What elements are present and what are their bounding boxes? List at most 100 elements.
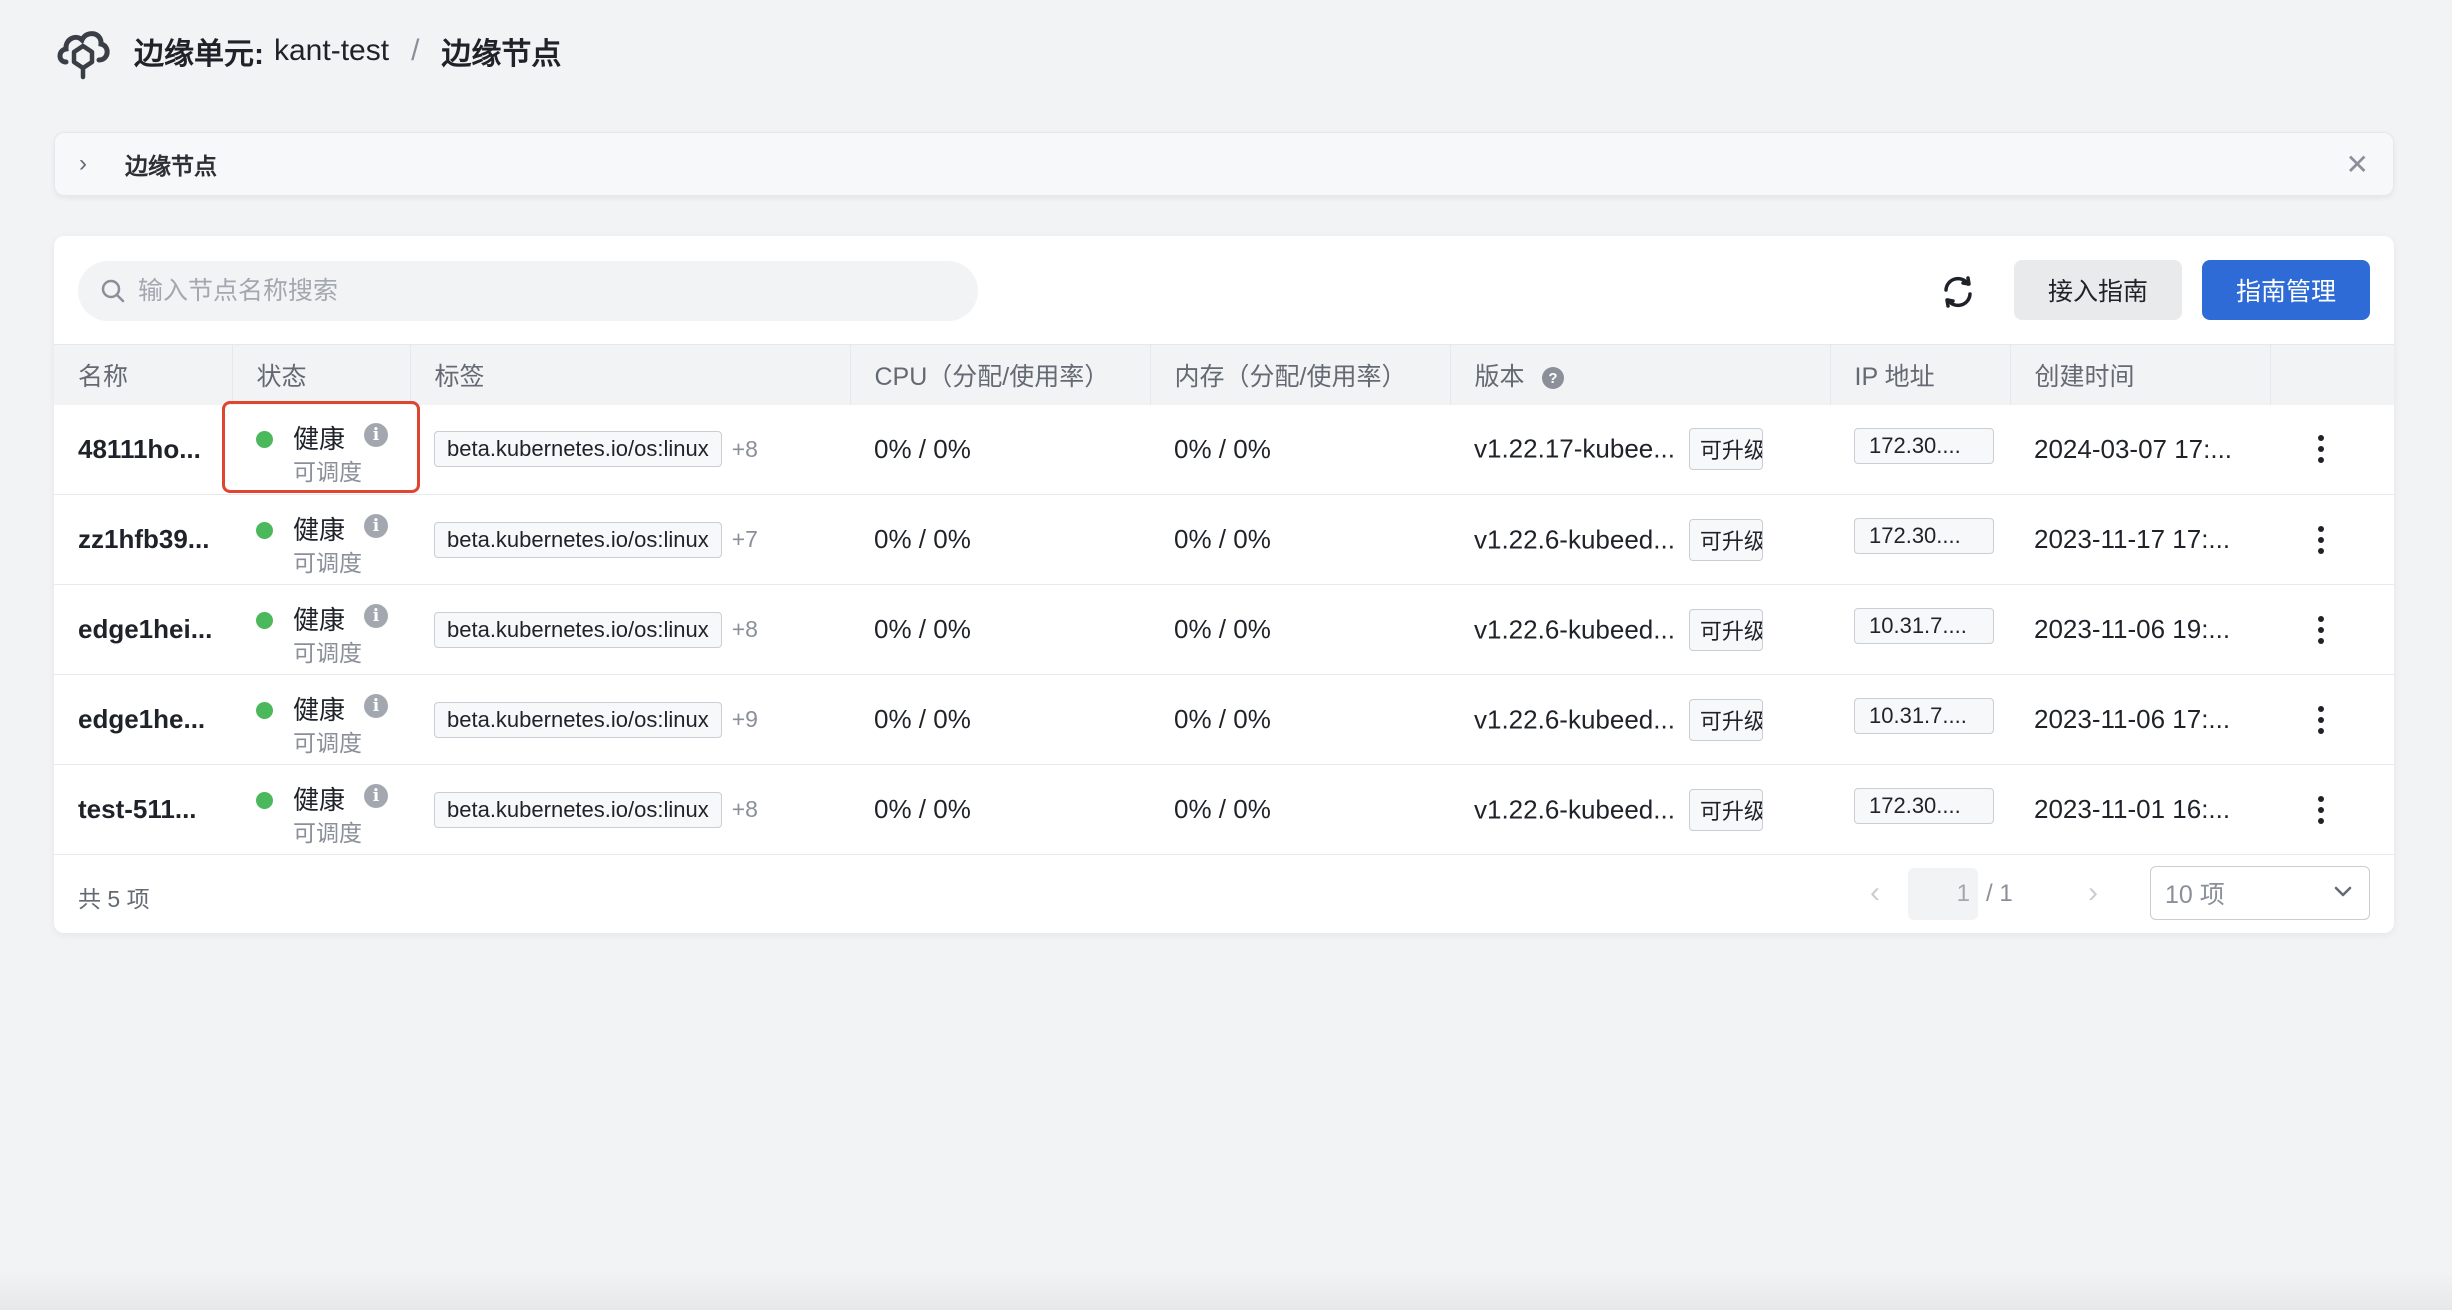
upgrade-badge[interactable]: 可升级: [1688, 788, 1763, 831]
node-name[interactable]: 48111ho...: [54, 404, 232, 495]
upgrade-badge[interactable]: 可升级: [1688, 698, 1763, 741]
page-size-select[interactable]: 10 项: [2150, 866, 2370, 920]
access-guide-button[interactable]: 接入指南: [2014, 260, 2182, 320]
ip-address: 10.31.7....: [1854, 608, 1994, 644]
schedule-status: 可调度: [293, 729, 362, 756]
version-text: v1.22.6-kubeed...: [1474, 704, 1675, 734]
guide-manage-button[interactable]: 指南管理: [2202, 260, 2370, 320]
node-name[interactable]: test-511...: [54, 764, 232, 855]
table-row[interactable]: zz1hfb39... 健康 i 可调度 beta.kubernetes.io/os:l…: [54, 494, 2394, 585]
ip-address: 172.30....: [1854, 518, 1994, 554]
version-text: v1.22.17-kubee...: [1474, 433, 1675, 464]
label-tag: beta.kubernetes.io/os:linux: [434, 611, 722, 648]
schedule-status: 可调度: [293, 819, 362, 846]
version-cell: v1.22.17-kubee... 可升级: [1450, 404, 1830, 495]
chevron-down-icon: [2334, 886, 2352, 897]
more-tags-count[interactable]: +9: [732, 706, 758, 732]
tags-cell: beta.kubernetes.io/os:linux +7: [410, 494, 850, 585]
ip-cell: 172.30....: [1830, 494, 2010, 585]
schedule-status: 可调度: [293, 639, 362, 666]
status-cell: 健康 i 可调度: [232, 764, 410, 855]
ip-cell: 172.30....: [1830, 764, 2010, 855]
info-icon[interactable]: i: [364, 423, 388, 448]
refresh-icon[interactable]: [1938, 272, 1978, 312]
ip-address: 172.30....: [1854, 427, 1994, 464]
version-text: v1.22.6-kubeed...: [1474, 794, 1675, 824]
header: 边缘单元: kant-test / 边缘节点: [54, 22, 561, 80]
ip-cell: 172.30....: [1830, 404, 2010, 495]
breadcrumb-unit-name[interactable]: kant-test: [274, 34, 389, 68]
status-text: 健康: [293, 514, 346, 545]
healthy-dot-icon: [256, 431, 273, 449]
status-text: 健康: [293, 604, 346, 635]
schedule-status: 可调度: [293, 549, 362, 576]
label-tag: beta.kubernetes.io/os:linux: [434, 791, 722, 828]
status-cell: 健康 i 可调度: [232, 584, 410, 675]
more-actions-icon[interactable]: [2316, 615, 2326, 644]
column-header-actions: [2270, 344, 2394, 405]
info-icon[interactable]: i: [364, 783, 388, 808]
info-icon[interactable]: i: [364, 603, 388, 628]
table-row[interactable]: edge1hei... 健康 i 可调度 beta.kubernetes.io/os:l…: [54, 584, 2394, 675]
tags-cell: beta.kubernetes.io/os:linux +8: [410, 764, 850, 855]
info-icon[interactable]: i: [364, 513, 388, 538]
cpu-usage: 0% / 0%: [850, 584, 1150, 675]
column-header-name[interactable]: 名称: [54, 344, 233, 405]
node-name[interactable]: edge1he...: [54, 674, 232, 765]
more-tags-count[interactable]: +8: [732, 796, 758, 822]
search-icon: [101, 279, 125, 303]
actions-cell: [2270, 584, 2394, 675]
collapse-panel[interactable]: › 边缘节点 ✕: [54, 132, 2394, 196]
node-list-card: 接入指南 指南管理 名称 状态 标签 CPU（分配/使用率） 内存（分配/使用率…: [54, 236, 2394, 933]
cpu-usage: 0% / 0%: [850, 674, 1150, 765]
more-tags-count[interactable]: +7: [732, 526, 758, 552]
upgrade-badge[interactable]: 可升级: [1688, 428, 1763, 471]
node-name[interactable]: edge1hei...: [54, 584, 232, 675]
pagination-bar: 共 5 项 ‹ 1 / 1 › 10 项: [54, 854, 2394, 933]
column-header-status[interactable]: 状态: [232, 344, 411, 405]
node-table: 名称 状态 标签 CPU（分配/使用率） 内存（分配/使用率） 版本 ? IP …: [54, 344, 2394, 855]
version-cell: v1.22.6-kubeed... 可升级: [1450, 764, 1830, 855]
info-icon[interactable]: i: [364, 693, 388, 718]
more-actions-icon[interactable]: [2316, 435, 2326, 464]
page-size-value: 10 项: [2165, 881, 2225, 909]
more-tags-count[interactable]: +8: [732, 616, 758, 642]
column-header-version-label: 版本: [1474, 362, 1525, 391]
status-cell: 健康 i 可调度: [232, 494, 410, 585]
more-actions-icon[interactable]: [2316, 795, 2326, 824]
ip-address: 172.30....: [1854, 788, 1994, 824]
search-input[interactable]: [138, 276, 938, 306]
node-name[interactable]: zz1hfb39...: [54, 494, 232, 585]
close-icon[interactable]: ✕: [2346, 148, 2369, 181]
search-box[interactable]: [78, 261, 978, 321]
memory-usage: 0% / 0%: [1150, 584, 1450, 675]
column-header-created[interactable]: 创建时间: [2010, 344, 2271, 405]
table-row[interactable]: test-511... 健康 i 可调度 beta.kubernetes.io/os:l…: [54, 764, 2394, 855]
prev-page-icon[interactable]: ‹: [1870, 876, 1880, 910]
table-row[interactable]: edge1he... 健康 i 可调度 beta.kubernetes.io/os:li…: [54, 674, 2394, 765]
cpu-usage: 0% / 0%: [850, 764, 1150, 855]
actions-cell: [2270, 674, 2394, 765]
created-time: 2023-11-06 17:...: [2010, 674, 2270, 765]
upgrade-badge[interactable]: 可升级: [1688, 608, 1763, 651]
column-header-tags: 标签: [410, 344, 851, 405]
chevron-right-icon[interactable]: ›: [79, 150, 115, 178]
label-tag: beta.kubernetes.io/os:linux: [434, 701, 722, 738]
more-actions-icon[interactable]: [2316, 525, 2326, 554]
help-icon[interactable]: ?: [1541, 366, 1565, 390]
actions-cell: [2270, 494, 2394, 585]
total-count: 共 5 项: [78, 886, 150, 912]
actions-cell: [2270, 404, 2394, 495]
version-text: v1.22.6-kubeed...: [1474, 524, 1675, 554]
more-actions-icon[interactable]: [2316, 705, 2326, 734]
version-cell: v1.22.6-kubeed... 可升级: [1450, 584, 1830, 675]
svg-text:?: ?: [1549, 370, 1558, 387]
upgrade-badge[interactable]: 可升级: [1688, 518, 1763, 561]
column-header-version: 版本 ?: [1450, 344, 1831, 405]
page-number-input[interactable]: 1: [1908, 868, 1978, 920]
table-row[interactable]: 48111ho... 健康 i 可调度 beta.kubernetes.io/os:li…: [54, 404, 2394, 495]
label-tag: beta.kubernetes.io/os:linux: [434, 521, 722, 558]
more-tags-count[interactable]: +8: [732, 436, 758, 462]
next-page-icon[interactable]: ›: [2088, 876, 2098, 910]
ip-address: 10.31.7....: [1854, 698, 1994, 734]
